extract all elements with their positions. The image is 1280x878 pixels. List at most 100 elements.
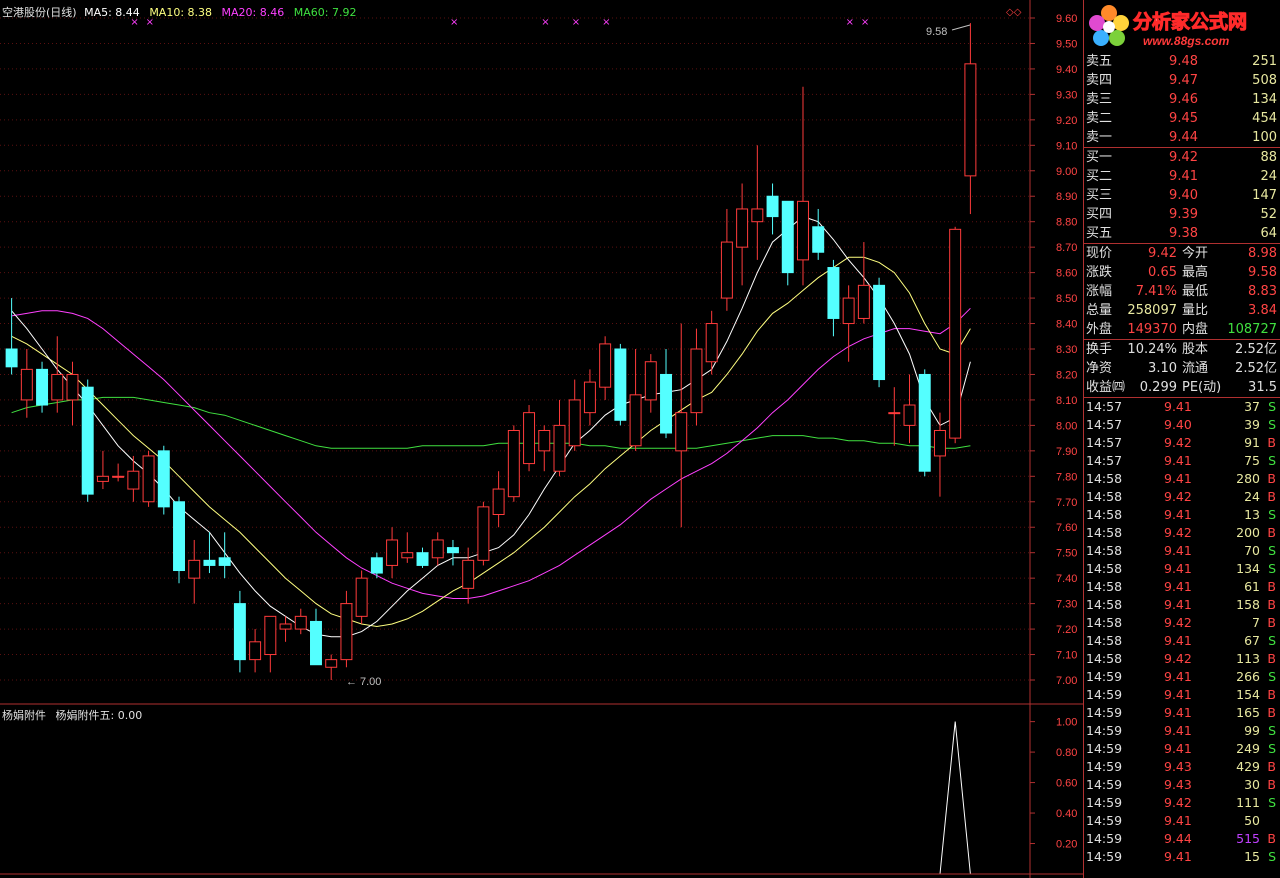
price-tick-label: 9.30 [1056,89,1077,101]
ask-row[interactable]: 卖四 9.47 508 [1084,71,1280,90]
tick-price: 9.41 [1164,399,1192,414]
tick-price: 9.44 [1164,831,1192,846]
candle-body [157,450,170,508]
bid-row[interactable]: 买三 9.40 147 [1084,186,1280,205]
tick-row: 14:58 9.41 61 B [1084,578,1280,596]
price-tick-label: 8.10 [1056,395,1077,407]
candle-body [705,323,718,363]
indicator-tick-label: 0.80 [1056,747,1077,759]
tick-side: B [1267,597,1276,612]
ask-row[interactable]: 卖五 9.48 251 [1084,52,1280,71]
quote-value: 9.58 [1248,265,1277,280]
tick-time: 14:58 [1086,597,1123,612]
indicator-tick-label: 0.60 [1056,778,1077,790]
tick-price: 9.41 [1164,705,1192,720]
fundamentals-value: 10.24% [1127,342,1177,357]
bid-row[interactable]: 买一 9.42 88 [1084,148,1280,167]
bid-price: 9.38 [1169,226,1198,241]
tick-volume: 134 [1236,561,1260,576]
signal-marker: × [450,17,458,28]
fundamentals-value: 2.52亿 [1235,361,1277,376]
tick-list[interactable]: 14:57 9.41 37 S 14:57 9.40 39 S 14:57 9.… [1084,398,1280,866]
tick-row: 14:58 9.42 24 B [1084,488,1280,506]
price-tick-label: 7.70 [1056,497,1077,509]
ask-price: 9.48 [1169,54,1198,69]
candlestick [477,501,490,566]
candlestick [873,277,886,388]
tick-row: 14:58 9.41 158 B [1084,596,1280,614]
tick-volume: 39 [1244,417,1260,432]
ask-row[interactable]: 卖二 9.45 454 [1084,109,1280,128]
bid-row[interactable]: 买五 9.38 64 [1084,224,1280,243]
price-tick-label: 8.00 [1056,420,1077,432]
ask-row[interactable]: 卖三 9.46 134 [1084,90,1280,109]
candle-body [964,63,977,177]
kline-chart[interactable]: 9.60 9.50 9.40 9.30 9.20 9.10 9.00 8.90 8.80 8.70… [0,0,1083,878]
signal-marker: × [861,17,869,28]
ask-label: 卖四 [1086,73,1113,88]
tick-row: 14:58 9.42 113 B [1084,650,1280,668]
tick-side: S [1268,795,1276,810]
candle-body [766,195,779,218]
tick-volume: 37 [1244,399,1260,414]
bid-qty: 147 [1252,188,1277,203]
tick-volume: 67 [1244,633,1260,648]
tick-price: 9.42 [1164,489,1192,504]
price-tick-label: 8.60 [1056,268,1077,280]
tick-price: 9.41 [1164,471,1192,486]
candle-body [583,381,596,414]
price-tick-label: 7.60 [1056,522,1077,534]
fundamentals-value: 0.299 [1139,380,1177,395]
ask-qty: 251 [1252,54,1277,69]
tick-row: 14:58 9.41 67 S [1084,632,1280,650]
tick-time: 14:58 [1086,615,1123,630]
candle-body [173,501,185,572]
candle-body [5,348,18,368]
price-tick-label: 7.00 [1056,675,1077,687]
tick-time: 14:58 [1086,507,1123,522]
tick-side: S [1268,561,1276,576]
quote-label: 最低 [1182,284,1209,299]
candlestick [355,570,368,624]
signal-marker: × [846,17,854,28]
tick-time: 14:59 [1086,687,1123,702]
quote-row: 现价 9.42 今开 8.98 [1084,244,1280,263]
candle-body [416,552,429,566]
indicator-value: 杨娟附件五: 0.00 [55,709,143,722]
bid-label: 买三 [1086,188,1113,203]
tick-row: 14:57 9.42 91 B [1084,434,1280,452]
tick-volume: 266 [1236,669,1260,684]
tick-volume: 113 [1236,651,1260,666]
tick-time: 14:57 [1086,453,1123,468]
bid-row[interactable]: 买二 9.41 24 [1084,167,1280,186]
tick-row: 14:58 9.41 70 S [1084,542,1280,560]
price-tick-label: 7.20 [1056,624,1077,636]
logo-spacer [1084,0,1280,52]
candle-body [827,267,840,319]
tick-price: 9.41 [1164,741,1192,756]
tick-time: 14:59 [1086,849,1123,864]
tick-side: B [1267,687,1276,702]
candle-body [933,429,946,457]
candle-body [431,539,444,559]
tick-side: S [1268,453,1276,468]
candle-body [873,284,886,381]
candlestick [36,361,49,413]
tick-time: 14:59 [1086,813,1123,828]
tick-row: 14:58 9.41 13 S [1084,506,1280,524]
fundamentals-value: 31.5 [1248,380,1277,395]
candle-body [462,559,475,589]
bid-qty: 88 [1260,150,1277,165]
tick-volume: 165 [1236,705,1260,720]
candle-body [401,552,414,559]
candle-body [736,208,749,248]
candle-body [370,557,383,574]
quote-value: 0.65 [1148,265,1177,280]
candle-body [781,200,794,274]
ask-row[interactable]: 卖一 9.44 100 [1084,128,1280,147]
expand-diamond-icon[interactable]: ◇◇ [1006,7,1022,18]
tick-row: 14:59 9.41 50 [1084,812,1280,830]
ma60-label: MA60: 7.92 [293,6,357,19]
indicator-header: 杨娟附件 杨娟附件五: 0.00 [2,707,142,723]
bid-row[interactable]: 买四 9.39 52 [1084,205,1280,224]
